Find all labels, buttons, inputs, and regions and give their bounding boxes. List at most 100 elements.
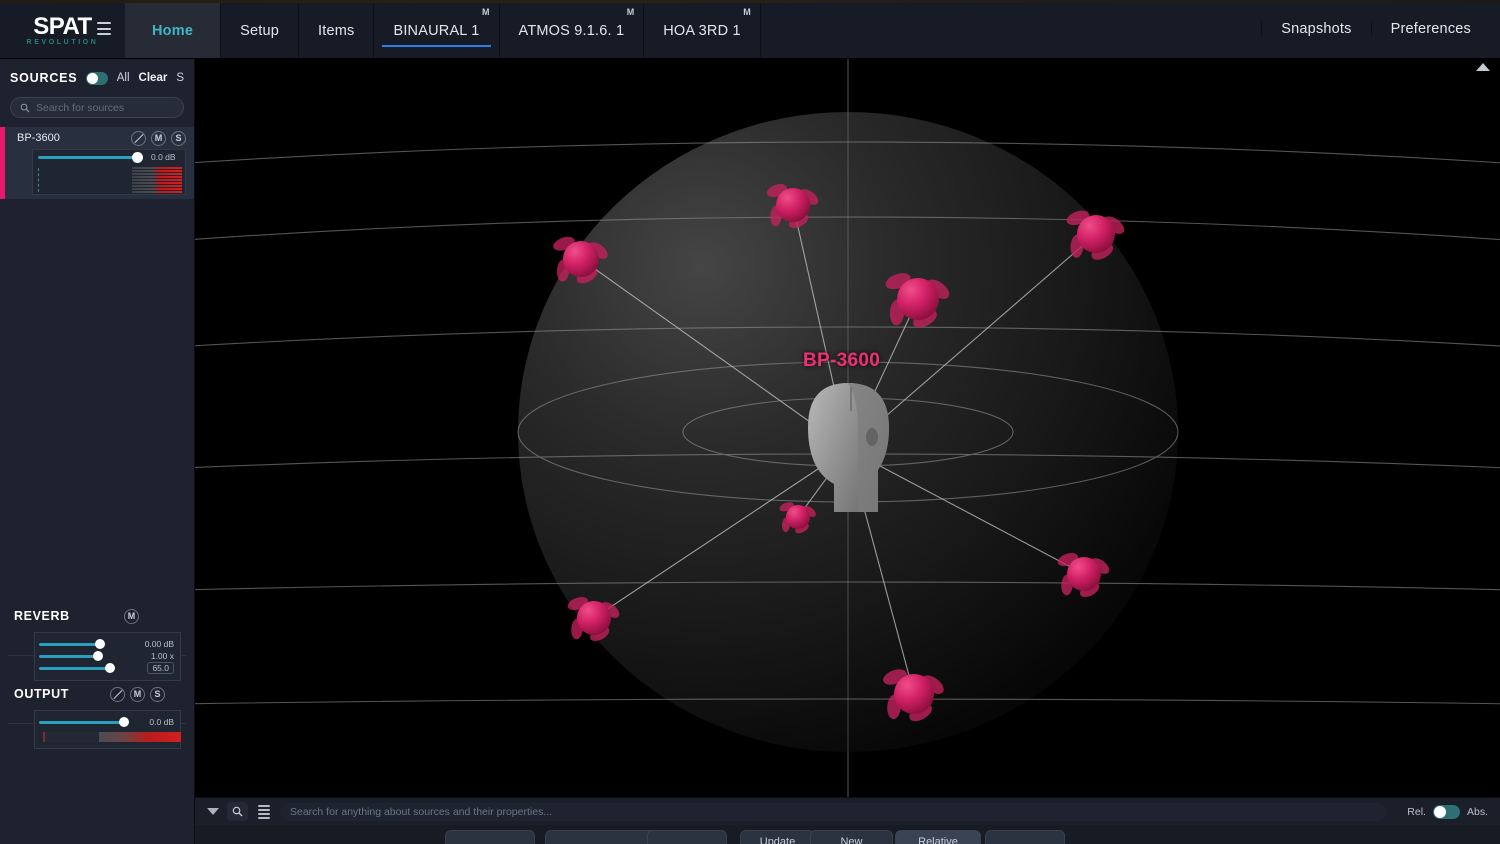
output-solo-button[interactable]: S — [150, 687, 165, 702]
output-gain-row: 0.0 dB — [39, 716, 174, 728]
tab-mute-badge[interactable]: M — [743, 7, 751, 17]
app-window: SPAT REVOLUTION Home Setup Items BINAURAL 1… — [0, 0, 1500, 844]
spatial-3d-view[interactable]: BP-3600 — [195, 59, 1500, 797]
source-mute-button[interactable]: M — [151, 131, 166, 146]
triangle-down-icon[interactable] — [207, 808, 219, 815]
source-sphere[interactable] — [1067, 557, 1101, 591]
sources-search-input[interactable]: Search for sources — [10, 97, 184, 118]
output-section: OUTPUT M S 0.0 dB — [0, 682, 195, 749]
source-channel-strip: 0.0 dB — [32, 149, 186, 195]
source-sphere[interactable] — [786, 505, 810, 529]
search-icon[interactable] — [227, 802, 248, 821]
triangle-up-icon[interactable] — [1476, 63, 1490, 71]
tab-label: Setup — [240, 23, 279, 39]
top-right-tabs: Snapshots Preferences — [1261, 0, 1500, 58]
sources-clear-button[interactable]: Clear — [139, 72, 168, 84]
bottom-toolbar: Search for anything about sources and th… — [195, 797, 1500, 825]
abs-label: Abs. — [1467, 806, 1488, 818]
source-name-label: BP-3600 — [17, 132, 126, 144]
reverb-mute-button[interactable]: M — [124, 609, 139, 624]
reverb-slider-row: 65.0 — [39, 662, 174, 674]
source-gain-value: 0.0 dB — [151, 152, 176, 162]
tab-label: Snapshots — [1281, 21, 1351, 37]
tab-mute-badge[interactable]: M — [482, 7, 490, 17]
main-tabs: HomeSetupItemsBINAURAL 1MATMOS 9.1.6. 1M… — [125, 0, 1261, 58]
tab-home[interactable]: Home — [125, 3, 221, 58]
list-icon[interactable] — [256, 803, 272, 821]
source-sphere[interactable] — [776, 188, 810, 222]
source-level-meter — [132, 167, 182, 193]
source-sphere[interactable] — [577, 601, 611, 635]
reverb-section: REVERB M 0.00 dB 1.00 x65.0 — [0, 604, 195, 681]
reverb-slider-3-value: 65.0 — [147, 662, 174, 674]
search-icon — [20, 103, 30, 113]
reverb-slider-3[interactable] — [39, 667, 111, 670]
source-sphere[interactable] — [563, 241, 599, 277]
reverb-slider-2-value: 1.00 x — [145, 651, 174, 661]
selected-source-label: BP-3600 — [803, 350, 880, 372]
footer-button-relative[interactable]: Relative — [895, 830, 981, 844]
app-logo: SPAT REVOLUTION — [0, 0, 125, 58]
output-header: OUTPUT M S — [0, 682, 195, 706]
left-sidebar: SOURCES All Clear S Search for sources B… — [0, 59, 195, 844]
reverb-slider-group: 0.00 dB 1.00 x65.0 — [34, 632, 181, 681]
tab-label: HOA 3RD 1 — [663, 23, 741, 39]
tab-label: Home — [152, 23, 193, 39]
sources-enable-toggle[interactable] — [86, 72, 107, 85]
tab-label: ATMOS 9.1.6. 1 — [519, 23, 625, 39]
tab-label: BINAURAL 1 — [393, 23, 479, 39]
output-level-meter — [43, 732, 181, 742]
source-sphere[interactable] — [897, 278, 939, 320]
source-selected-accent — [0, 127, 5, 199]
sources-solo-button[interactable]: S — [176, 72, 184, 84]
reverb-header: REVERB M — [0, 604, 195, 628]
footer-button-label: New — [840, 836, 862, 844]
rel-abs-toggle-group: Rel. Abs. — [1395, 805, 1488, 819]
footer-button-label: Relative — [918, 836, 958, 844]
tab-items[interactable]: Items — [299, 3, 374, 58]
footer-button-0[interactable] — [445, 830, 535, 844]
tab-mute-badge[interactable]: M — [627, 7, 635, 17]
output-title: OUTPUT — [14, 687, 69, 701]
tab-preferences[interactable]: Preferences — [1371, 21, 1490, 37]
sources-all-button[interactable]: All — [117, 72, 130, 84]
source-gain-slider[interactable] — [38, 156, 138, 159]
sources-title: SOURCES — [10, 71, 77, 85]
footer-button-2[interactable] — [647, 830, 727, 844]
rel-abs-toggle[interactable] — [1433, 805, 1460, 819]
tab-snapshots[interactable]: Snapshots — [1261, 21, 1370, 37]
source-item-header: BP-3600 M S — [0, 127, 194, 149]
rel-label: Rel. — [1407, 806, 1426, 818]
reverb-slider-row: 1.00 x — [39, 650, 174, 662]
logo-wordmark: SPAT — [33, 16, 91, 38]
reverb-slider-1[interactable] — [39, 643, 101, 646]
hamburger-icon[interactable] — [97, 22, 111, 35]
output-gain-slider[interactable] — [39, 721, 125, 724]
output-bypass-icon[interactable] — [110, 687, 125, 702]
tab-hoa-3rd-1[interactable]: HOA 3RD 1M — [644, 3, 761, 58]
tab-binaural-1[interactable]: BINAURAL 1M — [374, 3, 499, 58]
tab-label: Preferences — [1391, 21, 1471, 37]
output-mute-button[interactable]: M — [130, 687, 145, 702]
footer-button-label: Update — [760, 836, 795, 844]
footer-button-new[interactable]: New — [810, 830, 893, 844]
footer-button-6[interactable] — [985, 830, 1065, 844]
source-bypass-icon[interactable] — [131, 131, 146, 146]
source-meter-scale — [38, 168, 39, 192]
footer-button-update[interactable]: Update — [740, 830, 815, 844]
source-sphere[interactable] — [894, 674, 934, 714]
reverb-slider-1-value: 0.00 dB — [139, 639, 174, 649]
reverb-slider-2[interactable] — [39, 655, 99, 658]
output-gain-value: 0.0 dB — [143, 717, 174, 727]
tab-setup[interactable]: Setup — [221, 3, 299, 58]
source-sphere[interactable] — [1077, 215, 1115, 253]
source-solo-button[interactable]: S — [171, 131, 186, 146]
tab-label: Items — [318, 23, 354, 39]
sources-header: SOURCES All Clear S — [0, 63, 194, 93]
logo-subtitle: REVOLUTION — [27, 39, 99, 46]
footer-button-bar: Update New Relative — [195, 825, 1500, 844]
tab-atmos-9-1-6-1[interactable]: ATMOS 9.1.6. 1M — [500, 3, 645, 58]
source-list-item[interactable]: BP-3600 M S 0.0 dB — [0, 127, 194, 199]
global-search-input[interactable]: Search for anything about sources and th… — [280, 803, 1387, 821]
output-slider-group: 0.0 dB — [34, 710, 181, 749]
